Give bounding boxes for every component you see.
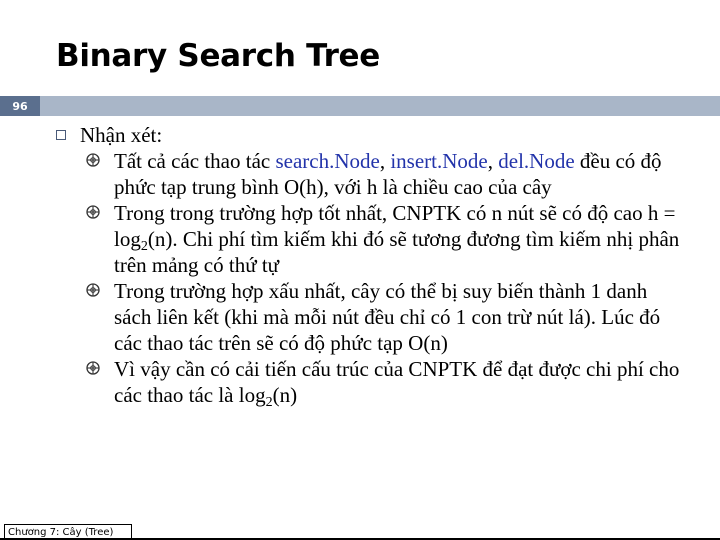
page-number: 96 — [0, 96, 40, 116]
subscript: 2 — [140, 239, 148, 254]
keyword-search-node: search.Node — [275, 149, 380, 173]
header-band — [40, 96, 720, 116]
bullet-text: Tất cả các thao tác — [114, 149, 276, 173]
keyword-del-node: del.Node — [498, 149, 575, 173]
target-circle-icon — [86, 361, 100, 375]
heading-text: Nhận xét: — [80, 123, 163, 147]
bullet-text: Trong trường hợp xấu nhất, cây có thể bị… — [114, 279, 661, 355]
separator: , — [487, 149, 499, 173]
bullet-text: Vì vậy cần có cải tiến cấu trúc của CNPT… — [114, 357, 680, 407]
separator: , — [379, 149, 391, 173]
bullet-item: Trong trường hợp xấu nhất, cây có thể bị… — [86, 278, 684, 356]
keyword-insert-node: insert.Node — [390, 149, 488, 173]
bullet-text: (n). Chi phí tìm kiếm khi đó sẽ tương đư… — [114, 227, 680, 277]
bullet-item: Trong trong trường hợp tốt nhất, CNPTK c… — [86, 200, 684, 278]
hollow-square-icon — [56, 130, 66, 140]
target-circle-icon — [86, 153, 100, 167]
target-circle-icon — [86, 205, 100, 219]
bullet-text: (n) — [272, 383, 298, 407]
target-circle-icon — [86, 283, 100, 297]
bullet-item: Tất cả các thao tác search.Node, insert.… — [86, 148, 684, 200]
slide: Binary Search Tree 96 Nhận xét: Tất cả c… — [0, 0, 720, 540]
slide-title: Binary Search Tree — [56, 38, 381, 74]
bullet-item: Vì vậy cần có cải tiến cấu trúc của CNPT… — [86, 356, 684, 410]
subscript: 2 — [265, 395, 273, 410]
bullet-list: Tất cả các thao tác search.Node, insert.… — [86, 148, 684, 410]
